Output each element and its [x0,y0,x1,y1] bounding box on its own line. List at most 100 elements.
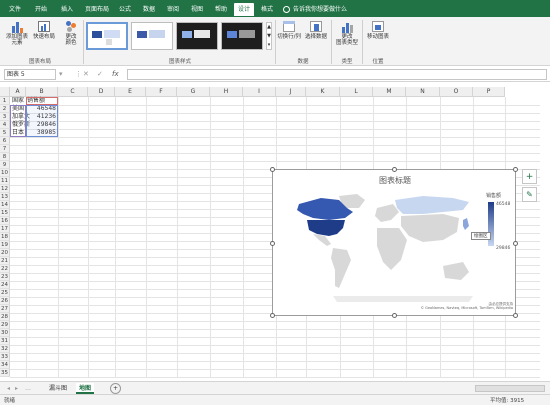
insert-function-icon[interactable]: fx [112,69,119,80]
quick-layout-button[interactable]: 快速布局 [31,20,57,40]
row-header[interactable]: 18 [0,233,10,241]
resize-handle[interactable] [270,241,275,246]
row-header[interactable]: 24 [0,281,10,289]
tell-me-search[interactable]: 告诉我你想要做什么 [283,3,347,16]
resize-handle[interactable] [270,167,275,172]
row-header[interactable]: 19 [0,241,10,249]
add-chart-element-button[interactable]: 添加图表 元素 [4,20,30,46]
resize-handle[interactable] [270,313,275,318]
chart-style-3[interactable] [176,22,218,50]
row-header[interactable]: 16 [0,217,10,225]
column-header[interactable]: C [58,87,88,97]
row-header[interactable]: 31 [0,337,10,345]
column-header[interactable]: E [115,87,146,97]
tab-home[interactable]: 开始 [32,3,50,16]
chart-style-4[interactable] [221,22,263,50]
horizontal-scrollbar[interactable] [475,385,545,392]
resize-handle[interactable] [513,167,518,172]
column-header[interactable]: N [406,87,440,97]
resize-handle[interactable] [513,313,518,318]
row-header[interactable]: 32 [0,345,10,353]
row-header[interactable]: 27 [0,305,10,313]
row-header[interactable]: 26 [0,297,10,305]
row-header[interactable]: 11 [0,177,10,185]
tab-data[interactable]: 数据 [140,3,158,16]
switch-row-column-button[interactable]: 切换行/列 [276,20,302,40]
row-header[interactable]: 29 [0,321,10,329]
select-data-button[interactable]: 选择数据 [303,20,329,40]
column-header[interactable]: P [473,87,505,97]
change-chart-type-button[interactable]: 更改 图表类型 [333,20,361,46]
row-header[interactable]: 5 [0,129,10,137]
resize-handle[interactable] [392,167,397,172]
row-header[interactable]: 13 [0,193,10,201]
resize-handle[interactable] [513,241,518,246]
row-header[interactable]: 7 [0,145,10,153]
chart-style-1[interactable] [86,22,128,50]
tab-page-layout[interactable]: 页面布局 [82,3,112,16]
cancel-icon[interactable]: ✕ [83,69,89,80]
column-header[interactable]: J [276,87,306,97]
sheet-tab-map[interactable]: 地图 [76,383,95,394]
column-header[interactable]: M [373,87,406,97]
row-header[interactable]: 22 [0,265,10,273]
chart-styles-button[interactable]: ✎ [522,187,537,202]
tab-help[interactable]: 帮助 [212,3,230,16]
row-header[interactable]: 9 [0,161,10,169]
map-chart[interactable]: 图表标题 销售额 46548 29846 绘图区 由必应提供支持 © GeoNa… [270,167,518,318]
row-header[interactable]: 8 [0,153,10,161]
name-box[interactable]: 图表 5 [4,69,56,80]
tab-insert[interactable]: 插入 [58,3,76,16]
tab-view[interactable]: 视图 [188,3,206,16]
formula-input[interactable] [127,69,547,80]
tab-format[interactable]: 格式 [258,3,276,16]
row-header[interactable]: 35 [0,369,10,377]
header-cell[interactable]: 国家 [12,97,26,105]
world-map[interactable] [273,170,517,317]
resize-handle[interactable] [392,313,397,318]
row-header[interactable]: 14 [0,201,10,209]
row-header[interactable]: 23 [0,273,10,281]
chart-style-2[interactable] [131,22,173,50]
change-colors-button[interactable]: 更改 颜色 [60,20,82,46]
more-sheets-icon[interactable]: … [22,383,34,394]
move-chart-button[interactable]: 移动图表 [364,20,392,40]
row-header[interactable]: 30 [0,329,10,337]
row-header[interactable]: 15 [0,209,10,217]
column-header[interactable]: A [10,87,26,97]
column-header[interactable]: L [340,87,373,97]
row-header[interactable]: 1 [0,97,10,105]
tab-formulas[interactable]: 公式 [116,3,134,16]
enter-icon[interactable]: ✓ [97,69,103,80]
column-header[interactable]: D [88,87,115,97]
column-header[interactable]: F [146,87,177,97]
row-header[interactable]: 3 [0,113,10,121]
row-header[interactable]: 12 [0,185,10,193]
row-header[interactable]: 28 [0,313,10,321]
select-all-corner[interactable] [0,87,10,97]
column-header[interactable]: K [306,87,340,97]
tab-design[interactable]: 设计 [234,3,254,16]
row-header[interactable]: 4 [0,121,10,129]
row-header[interactable]: 34 [0,361,10,369]
styles-scroll[interactable]: ▲ ▼ ▾ [266,22,272,50]
row-header[interactable]: 33 [0,353,10,361]
next-sheet-icon[interactable]: ▸ [12,383,21,394]
tab-file[interactable]: 文件 [6,3,24,16]
row-header[interactable]: 21 [0,257,10,265]
column-header[interactable]: O [440,87,473,97]
chart-elements-button[interactable]: + [522,169,537,184]
add-sheet-button[interactable]: + [110,383,121,394]
row-header[interactable]: 25 [0,289,10,297]
column-header[interactable]: I [243,87,276,97]
row-header[interactable]: 2 [0,105,10,113]
column-header[interactable]: G [177,87,210,97]
name-box-dropdown-icon[interactable]: ▾ [59,69,63,80]
tab-review[interactable]: 审阅 [164,3,182,16]
sheet-tab-funnel[interactable]: 漏斗图 [46,383,70,394]
row-header[interactable]: 17 [0,225,10,233]
column-header[interactable]: B [26,87,58,97]
column-header[interactable]: H [210,87,243,97]
row-header[interactable]: 20 [0,249,10,257]
row-header[interactable]: 6 [0,137,10,145]
